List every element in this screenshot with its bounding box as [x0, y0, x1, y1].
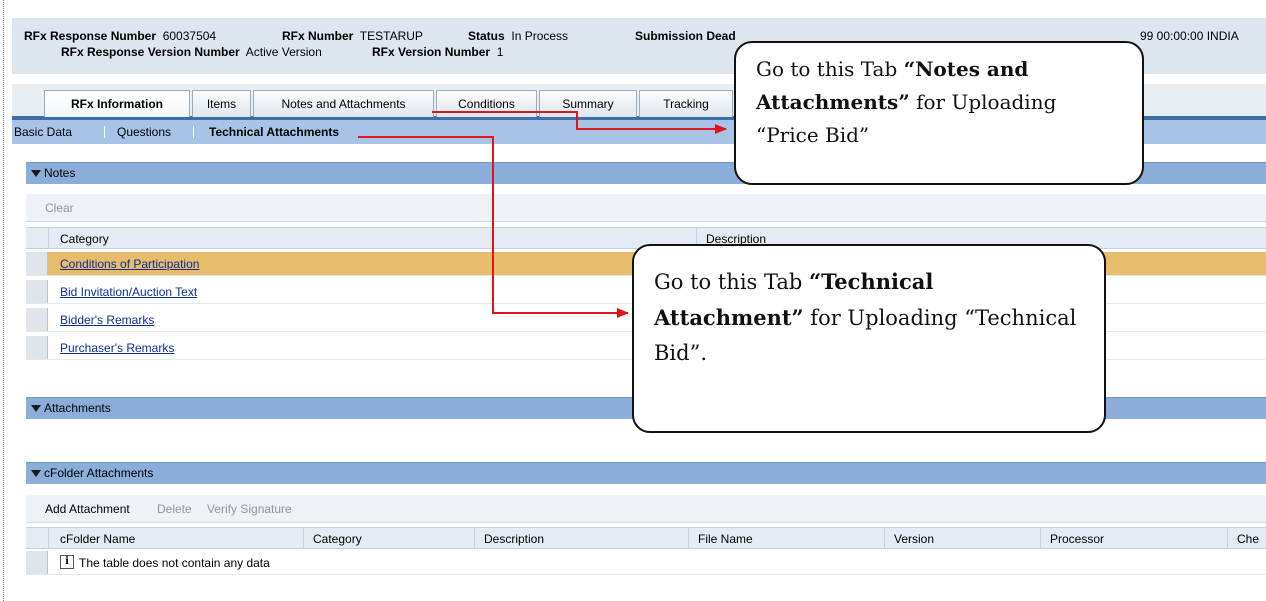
callout-notes-and-attachments: Go to this Tab “Notes and Attachments” f… — [734, 41, 1144, 185]
arrow-to-technical-callout — [358, 136, 629, 318]
callout-technical-attachment: Go to this Tab “Technical Attachment” fo… — [632, 244, 1106, 433]
arrow-to-notes-tab-callout — [432, 111, 727, 134]
